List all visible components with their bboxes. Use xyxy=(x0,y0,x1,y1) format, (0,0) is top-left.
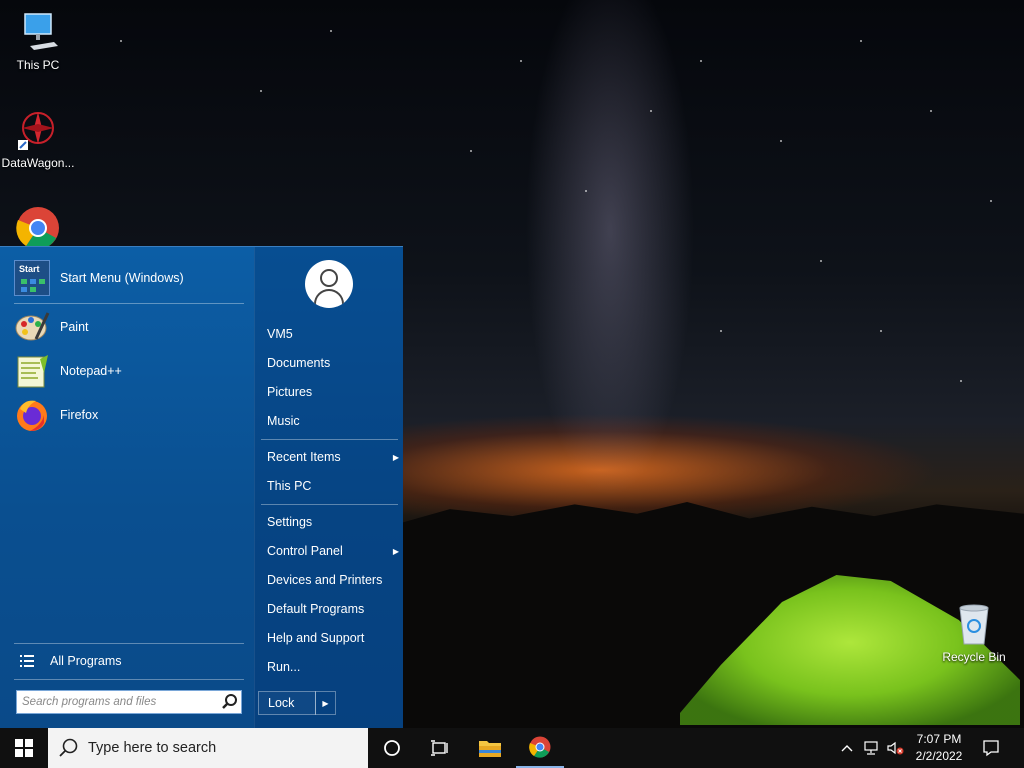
notifications-button[interactable] xyxy=(976,728,1006,768)
start-menu-link-this-pc[interactable]: This PC xyxy=(267,474,399,498)
taskbar-search-placeholder: Type here to search xyxy=(88,740,217,756)
volume-button[interactable] xyxy=(884,728,906,768)
taskbar-clock[interactable]: 7:07 PM 2/2/2022 xyxy=(904,731,974,765)
divider xyxy=(14,679,244,680)
desktop-icon-this-pc[interactable]: This PC xyxy=(0,10,76,72)
file-explorer-button[interactable] xyxy=(466,728,514,768)
user-avatar[interactable] xyxy=(305,260,353,308)
notification-icon xyxy=(983,740,999,757)
task-view-icon xyxy=(431,740,448,756)
volume-muted-icon xyxy=(887,741,904,755)
chrome-icon xyxy=(529,736,551,758)
firefox-icon xyxy=(14,397,50,433)
desktop-icon-datawagon[interactable]: DataWagon... xyxy=(0,108,76,170)
start-menu-link-user[interactable]: VM5 xyxy=(267,322,399,346)
paint-icon xyxy=(14,309,50,345)
start-menu-settings-icon: Start xyxy=(14,260,50,296)
chrome-icon xyxy=(16,206,60,250)
windows-logo-icon xyxy=(15,739,33,757)
start-menu-link-pictures[interactable]: Pictures xyxy=(267,380,399,404)
divider xyxy=(14,303,244,304)
start-menu-item-label: Paint xyxy=(60,320,89,334)
taskbar-search-box[interactable]: Type here to search xyxy=(48,728,368,768)
desktop-icon-recycle-bin[interactable]: Recycle Bin xyxy=(936,602,1012,664)
start-menu-item-label: Start Menu (Windows) xyxy=(60,271,184,285)
desktop-icon-label: This PC xyxy=(16,58,60,72)
lock-button[interactable]: Lock xyxy=(258,691,316,715)
chevron-right-icon: ▶ xyxy=(322,698,329,708)
start-menu-item-notepad-plus-plus[interactable]: Notepad++ xyxy=(14,352,244,390)
computer-icon xyxy=(16,10,60,54)
desktop-icon-label: Recycle Bin xyxy=(942,650,1006,664)
all-programs-label: All Programs xyxy=(50,654,122,668)
network-icon xyxy=(864,741,878,755)
cortana-button[interactable] xyxy=(368,728,416,768)
shutdown-options-button[interactable]: ▶ xyxy=(315,691,336,715)
start-menu-link-help-and-support[interactable]: Help and Support xyxy=(267,626,399,650)
start-menu-link-run[interactable]: Run... xyxy=(267,655,399,679)
start-menu-link-music[interactable]: Music xyxy=(267,409,399,433)
list-icon xyxy=(14,643,40,679)
start-button[interactable] xyxy=(0,728,48,768)
search-icon[interactable] xyxy=(219,691,241,713)
start-menu-search[interactable] xyxy=(16,690,242,714)
start-menu-link-documents[interactable]: Documents xyxy=(267,351,399,375)
divider xyxy=(261,504,398,505)
start-menu-left-pane: Start Start Menu (Windows) Paint Notepad… xyxy=(0,247,254,729)
folder-icon xyxy=(479,741,501,757)
taskbar: Type here to search 7:07 PM 2/2/2022 xyxy=(0,728,1024,768)
user-icon xyxy=(320,269,338,287)
network-button[interactable] xyxy=(860,728,882,768)
start-menu-item-label: Notepad++ xyxy=(60,364,122,378)
cortana-circle-icon xyxy=(384,740,400,756)
show-hidden-icons-button[interactable] xyxy=(838,728,856,768)
chevron-right-icon: ▶ xyxy=(392,546,399,556)
task-view-button[interactable] xyxy=(416,728,464,768)
chevron-right-icon: ▶ xyxy=(392,452,399,462)
clock-date: 2/2/2022 xyxy=(915,749,963,763)
start-menu-search-input[interactable] xyxy=(17,692,219,712)
start-menu-link-control-panel[interactable]: Control Panel ▶ xyxy=(267,539,399,563)
divider xyxy=(261,439,398,440)
start-menu-link-default-programs[interactable]: Default Programs xyxy=(267,597,399,621)
start-menu-right-pane: VM5 Documents Pictures Music Recent Item… xyxy=(254,247,403,729)
start-menu-link-devices-and-printers[interactable]: Devices and Printers xyxy=(267,568,399,592)
start-menu-item-paint[interactable]: Paint xyxy=(14,308,244,346)
notepad-plus-plus-icon xyxy=(14,353,50,389)
recycle-bin-icon xyxy=(952,602,996,646)
start-menu-item-firefox[interactable]: Firefox xyxy=(14,396,244,434)
chrome-taskbar-button[interactable] xyxy=(516,728,564,768)
all-programs-button[interactable]: All Programs xyxy=(14,642,244,680)
start-menu-item-label: Firefox xyxy=(60,408,99,422)
desktop-icon-label: DataWagon... xyxy=(1,156,75,170)
search-icon xyxy=(59,738,78,757)
start-menu: Start Start Menu (Windows) Paint Notepad… xyxy=(0,246,403,729)
start-menu-item-start-menu-windows[interactable]: Start Start Menu (Windows) xyxy=(14,259,244,297)
start-menu-link-settings[interactable]: Settings xyxy=(267,510,399,534)
start-menu-link-recent-items[interactable]: Recent Items ▶ xyxy=(267,445,399,469)
chevron-up-icon xyxy=(841,745,853,752)
clock-time: 7:07 PM xyxy=(916,732,962,746)
datawagon-icon xyxy=(16,108,60,152)
